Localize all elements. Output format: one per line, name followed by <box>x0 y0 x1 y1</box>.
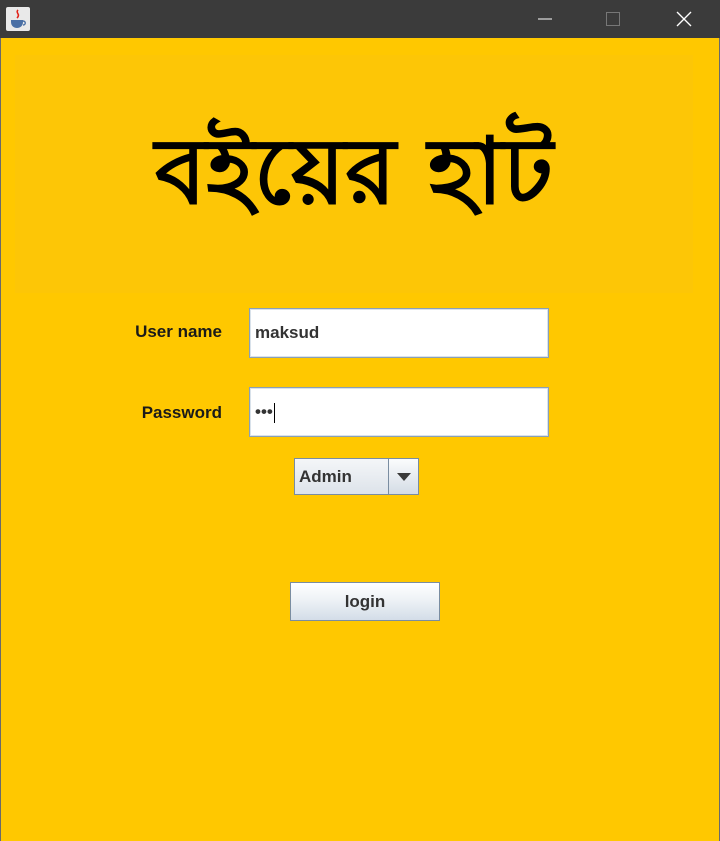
text-caret <box>273 402 275 423</box>
login-window: বইয়ের হাট User name maksud Password •••… <box>0 0 720 841</box>
maximize-icon <box>606 12 620 26</box>
banner-title: বইয়ের হাট <box>152 112 556 225</box>
password-label: Password <box>141 403 222 422</box>
username-value: maksud <box>255 323 320 342</box>
dropdown-arrow-button[interactable] <box>388 459 418 494</box>
close-button[interactable] <box>650 0 718 38</box>
login-button[interactable]: login <box>290 582 440 621</box>
banner-logo: বইয়ের হাট <box>15 55 693 293</box>
role-select[interactable]: Admin <box>294 458 419 495</box>
title-bar[interactable] <box>0 0 720 38</box>
maximize-button[interactable] <box>579 0 647 38</box>
minimize-icon <box>538 18 552 20</box>
close-icon <box>676 11 692 27</box>
password-value: ••• <box>255 402 273 421</box>
username-input[interactable]: maksud <box>249 308 549 358</box>
password-input[interactable]: ••• <box>249 387 549 437</box>
role-selected-value: Admin <box>299 467 352 486</box>
java-coffee-icon <box>6 7 30 31</box>
content-pane: বইয়ের হাট User name maksud Password •••… <box>0 38 720 841</box>
minimize-button[interactable] <box>511 0 579 38</box>
username-label: User name <box>135 322 222 341</box>
banner-title-art: বইয়ের হাট <box>152 112 556 225</box>
chevron-down-icon <box>396 472 411 481</box>
